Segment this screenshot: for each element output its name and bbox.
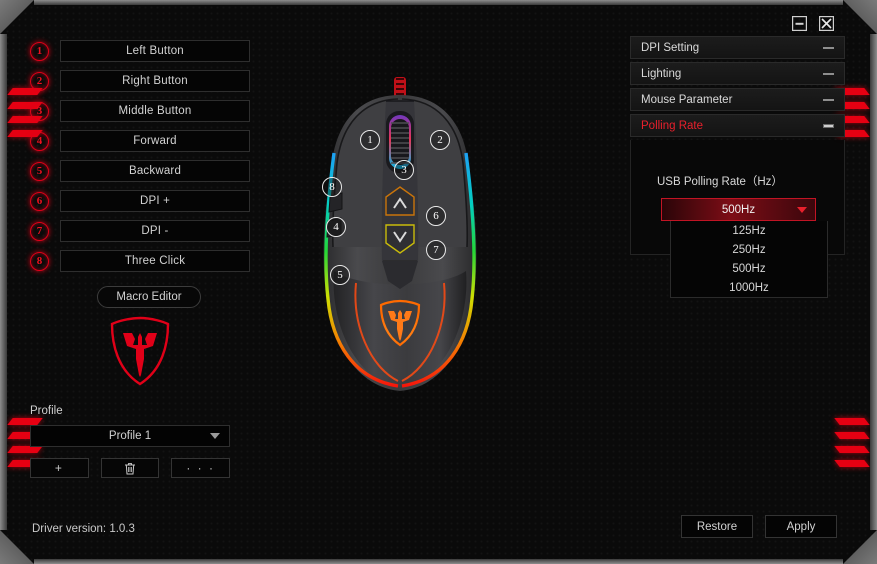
polling-rate-selected-value: 500Hz bbox=[721, 203, 756, 216]
polling-rate-option-250[interactable]: 250Hz bbox=[671, 240, 827, 259]
mouse-callout-8: 8 bbox=[322, 177, 342, 197]
button-number-badge-8: 8 bbox=[30, 251, 49, 271]
section-lighting-title: Lighting bbox=[641, 67, 682, 80]
polling-rate-option-500[interactable]: 500Hz bbox=[671, 259, 827, 278]
button-assignment-panel: 1 Left Button 2 Right Button 3 Middle Bu… bbox=[30, 40, 250, 308]
assign-button-4[interactable]: Forward bbox=[60, 130, 250, 152]
macro-editor-button[interactable]: Macro Editor bbox=[97, 286, 201, 308]
minimize-button[interactable] bbox=[791, 15, 808, 32]
assign-button-1[interactable]: Left Button bbox=[60, 40, 250, 62]
profile-label: Profile bbox=[30, 405, 63, 417]
macro-editor-wrap: Macro Editor bbox=[30, 286, 250, 308]
chevron-down-icon bbox=[797, 206, 807, 213]
frame-edge-right bbox=[870, 34, 877, 530]
mouse-illustration: 1 2 3 4 5 6 7 8 bbox=[290, 75, 510, 415]
button-row-2: 2 Right Button bbox=[30, 70, 250, 92]
mouse-callout-2: 2 bbox=[430, 130, 450, 150]
usb-polling-rate-label: USB Polling Rate（Hz） bbox=[657, 176, 783, 188]
section-dpi-setting[interactable]: DPI Setting bbox=[630, 36, 845, 59]
section-dpi-setting-title: DPI Setting bbox=[641, 41, 700, 54]
section-polling-rate-title: Polling Rate bbox=[641, 119, 704, 132]
delete-profile-button[interactable] bbox=[100, 458, 160, 478]
button-row-6: 6 DPI + bbox=[30, 190, 250, 212]
assign-button-3[interactable]: Middle Button bbox=[60, 100, 250, 122]
section-lighting[interactable]: Lighting bbox=[630, 62, 845, 85]
mouse-graphic bbox=[323, 77, 477, 391]
apply-button[interactable]: Apply bbox=[765, 515, 837, 538]
assign-button-6[interactable]: DPI + bbox=[60, 190, 250, 212]
minimize-icon bbox=[792, 16, 807, 31]
profile-panel: Profile Profile 1 + · · · bbox=[30, 405, 231, 478]
polling-rate-option-list: 125Hz 250Hz 500Hz 1000Hz bbox=[670, 221, 828, 298]
assign-button-5[interactable]: Backward bbox=[60, 160, 250, 182]
polling-rate-select[interactable]: 500Hz bbox=[661, 198, 816, 221]
section-mouse-parameter[interactable]: Mouse Parameter bbox=[630, 88, 845, 111]
brand-logo-wrap bbox=[30, 315, 250, 387]
button-row-4: 4 Forward bbox=[30, 130, 250, 152]
mouse-callout-5: 5 bbox=[330, 265, 350, 285]
assign-button-8[interactable]: Three Click bbox=[60, 250, 250, 272]
window-controls bbox=[791, 15, 835, 32]
frame-corner-bottom-right bbox=[843, 530, 877, 564]
section-mouse-parameter-title: Mouse Parameter bbox=[641, 93, 733, 106]
polling-rate-body: USB Polling Rate（Hz） 500Hz 125Hz 250Hz 5… bbox=[630, 140, 845, 298]
mouse-callout-1: 1 bbox=[360, 130, 380, 150]
bottom-action-bar: Restore Apply bbox=[681, 515, 837, 538]
restore-button[interactable]: Restore bbox=[681, 515, 753, 538]
button-row-1: 1 Left Button bbox=[30, 40, 250, 62]
mouse-callout-6: 6 bbox=[426, 206, 446, 226]
button-number-badge-5: 5 bbox=[30, 161, 49, 181]
button-number-badge-4: 4 bbox=[30, 131, 49, 151]
button-row-8: 8 Three Click bbox=[30, 250, 250, 272]
frame-edge-top bbox=[34, 0, 843, 5]
app-root: 1 Left Button 2 Right Button 3 Middle Bu… bbox=[0, 0, 877, 564]
expand-icon bbox=[823, 123, 834, 128]
profile-actions: + · · · bbox=[30, 458, 231, 478]
polling-rate-option-125[interactable]: 125Hz bbox=[671, 221, 827, 240]
close-icon bbox=[819, 16, 834, 31]
close-button[interactable] bbox=[818, 15, 835, 32]
profile-select[interactable]: Profile 1 bbox=[30, 425, 230, 447]
polling-rate-option-1000[interactable]: 1000Hz bbox=[671, 278, 827, 297]
settings-panel: DPI Setting Lighting Mouse Parameter Pol… bbox=[630, 36, 845, 298]
button-number-badge-2: 2 bbox=[30, 71, 49, 91]
chevron-down-icon bbox=[210, 433, 220, 439]
frame-corner-bottom-left bbox=[0, 530, 34, 564]
collapse-icon bbox=[823, 46, 834, 49]
driver-version-text: Driver version: 1.0.3 bbox=[32, 523, 135, 535]
frame-corner-top-right bbox=[843, 0, 877, 34]
assign-button-2[interactable]: Right Button bbox=[60, 70, 250, 92]
button-number-badge-7: 7 bbox=[30, 221, 49, 241]
button-number-badge-3: 3 bbox=[30, 101, 49, 121]
decor-stripes-bottom-right bbox=[834, 418, 870, 474]
collapse-icon bbox=[823, 98, 834, 101]
t-shield-logo bbox=[110, 316, 170, 386]
frame-edge-bottom bbox=[34, 559, 843, 564]
more-profile-options-button[interactable]: · · · bbox=[171, 458, 231, 478]
button-number-badge-6: 6 bbox=[30, 191, 49, 211]
mouse-callout-7: 7 bbox=[426, 240, 446, 260]
trash-icon bbox=[125, 462, 135, 474]
button-row-3: 3 Middle Button bbox=[30, 100, 250, 122]
mouse-callout-3: 3 bbox=[394, 160, 414, 180]
assign-button-7[interactable]: DPI - bbox=[60, 220, 250, 242]
button-row-7: 7 DPI - bbox=[30, 220, 250, 242]
button-number-badge-1: 1 bbox=[30, 41, 49, 61]
button-row-5: 5 Backward bbox=[30, 160, 250, 182]
add-profile-button[interactable]: + bbox=[30, 458, 89, 478]
profile-selected-value: Profile 1 bbox=[108, 430, 152, 442]
frame-corner-top-left bbox=[0, 0, 34, 34]
polling-rate-dropdown: 500Hz 125Hz 250Hz 500Hz 1000Hz bbox=[661, 198, 828, 298]
mouse-callout-4: 4 bbox=[326, 217, 346, 237]
section-polling-rate[interactable]: Polling Rate bbox=[630, 114, 845, 137]
frame-edge-left bbox=[0, 34, 7, 530]
collapse-icon bbox=[823, 72, 834, 75]
